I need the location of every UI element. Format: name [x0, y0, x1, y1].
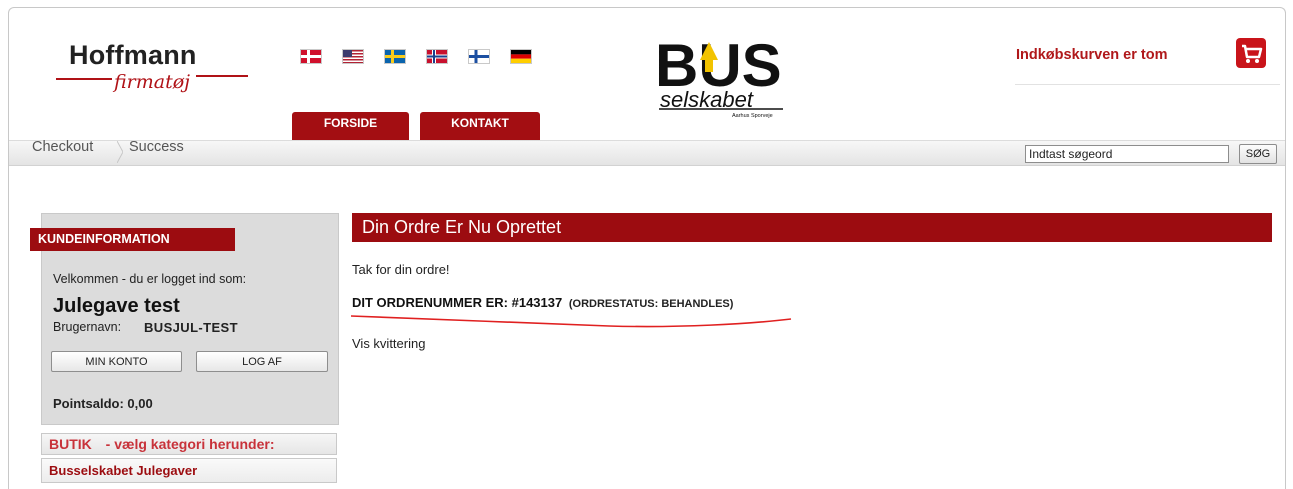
- view-receipt-link[interactable]: Vis kvittering: [352, 336, 425, 351]
- breadcrumb-separator-icon: [116, 140, 124, 164]
- browser-page: Hoffmann firmatøj FORSIDE KONTAKT BUS se…: [8, 7, 1286, 489]
- hoffmann-logo[interactable]: Hoffmann firmatøj: [9, 8, 269, 108]
- category-item[interactable]: Busselskabet Julegaver: [41, 458, 337, 483]
- nav-tab-kontakt[interactable]: KONTAKT: [420, 112, 540, 140]
- breadcrumb-item-success[interactable]: Success: [129, 139, 184, 155]
- points-balance: Pointsaldo: 0,00: [53, 396, 153, 411]
- page-title: Din Ordre Er Nu Oprettet: [352, 213, 1272, 242]
- logo-brand-text: Hoffmann: [69, 40, 197, 70]
- logout-button[interactable]: LOG AF: [196, 351, 328, 372]
- shop-hint: - vælg kategori herunder:: [105, 436, 275, 452]
- breadcrumb-item-checkout[interactable]: Checkout: [32, 139, 93, 155]
- logo-line-left: [56, 78, 112, 80]
- cart-status-text[interactable]: Indkøbskurven er tom: [1016, 47, 1167, 63]
- thank-you-text: Tak for din ordre!: [352, 262, 450, 277]
- customer-info-heading: KUNDEINFORMATION: [30, 228, 235, 251]
- logo-line-right: [196, 75, 248, 77]
- search-button[interactable]: SØG: [1239, 144, 1277, 164]
- red-underline-annotation: [350, 315, 792, 328]
- bus-logo-caption: Aarhus Sporveje: [732, 113, 773, 119]
- flag-germany-icon[interactable]: [510, 49, 532, 64]
- flag-norway-icon[interactable]: [426, 49, 448, 64]
- flag-denmark-icon[interactable]: [300, 49, 322, 64]
- my-account-button[interactable]: MIN KONTO: [51, 351, 182, 372]
- order-number-line: DIT ORDRENUMMER ER: #143137 (ORDRESTATUS…: [352, 295, 733, 310]
- flag-finland-icon[interactable]: [468, 49, 490, 64]
- order-status: (ORDRESTATUS: BEHANDLES): [568, 298, 734, 310]
- nav-tab-forside[interactable]: FORSIDE: [292, 112, 409, 140]
- shop-category-header: BUTIK - vælg kategori herunder:: [41, 433, 337, 455]
- username-value: BUSJUL-TEST: [144, 320, 238, 335]
- busselskabet-logo[interactable]: BUS selskabet Aarhus Sporveje: [655, 32, 785, 132]
- user-name: Julegave test: [53, 295, 180, 317]
- order-number: DIT ORDRENUMMER ER: #143137: [352, 295, 563, 310]
- flag-usa-icon[interactable]: [342, 49, 364, 64]
- logo-sub-text: firmatøj: [114, 71, 191, 93]
- search-input[interactable]: [1025, 145, 1229, 163]
- divider: [1015, 84, 1280, 85]
- flag-sweden-icon[interactable]: [384, 49, 406, 64]
- welcome-text: Velkommen - du er logget ind som:: [53, 272, 247, 286]
- username-label: Brugernavn:: [53, 320, 122, 334]
- shop-label: BUTIK: [49, 436, 92, 452]
- shopping-cart-icon[interactable]: [1236, 38, 1266, 68]
